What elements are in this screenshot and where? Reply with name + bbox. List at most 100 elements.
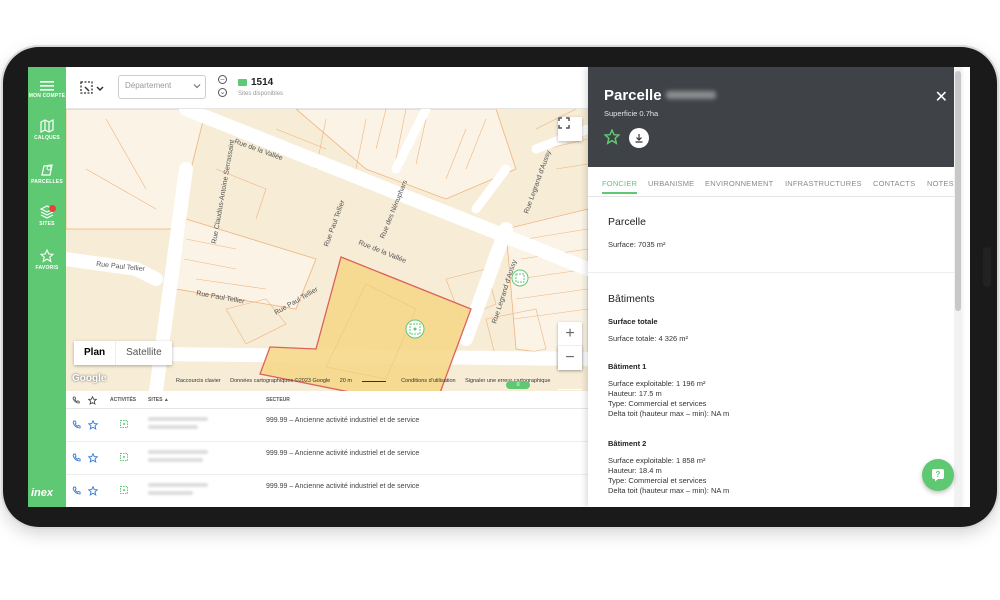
department-select[interactable]: Département <box>118 75 206 99</box>
zoom-sep <box>558 389 582 390</box>
building-1-type: Type: Commercial et services <box>608 399 707 408</box>
site-name-redacted <box>148 450 208 454</box>
tab-contacts[interactable]: CONTACTS <box>873 179 915 188</box>
map-type-satellite[interactable]: Satellite <box>115 341 172 365</box>
panel-scrollbar[interactable] <box>954 67 962 507</box>
building-1-height: Hauteur: 17.5 m <box>608 389 662 398</box>
panel-content: Parcelle Surface: 7035 m² Bâtiments Surf… <box>588 198 962 507</box>
parcel-id-redacted <box>666 91 716 99</box>
section-title-parcelle: Parcelle <box>608 216 646 228</box>
chevron-down-icon <box>193 84 201 89</box>
terms-link[interactable]: Conditions d'utilisation <box>401 378 456 384</box>
building-1-title: Bâtiment 1 <box>608 362 647 371</box>
table-drag-handle[interactable]: ≡ <box>506 381 530 389</box>
scrollbar-thumb[interactable] <box>955 71 961 311</box>
building-2-type: Type: Commercial et services <box>608 476 707 485</box>
header-sites[interactable]: SITES ▲ <box>148 397 169 403</box>
site-name-redacted <box>148 458 203 462</box>
star-icon <box>88 396 97 405</box>
sidebar-item-label: MON COMPTE <box>28 93 66 99</box>
fullscreen-button[interactable] <box>558 117 582 141</box>
phone-icon[interactable] <box>72 453 81 462</box>
zoom-out-button[interactable]: − <box>558 346 582 370</box>
building-2-height: Hauteur: 18.4 m <box>608 466 662 475</box>
site-marker-icon <box>405 319 425 339</box>
site-name-redacted <box>148 417 208 421</box>
building-2-delta: Delta toit (hauteur max – min): NA m <box>608 486 730 495</box>
folder-icon <box>238 79 247 86</box>
download-button[interactable] <box>629 128 649 148</box>
map-type-plan[interactable]: Plan <box>74 341 115 365</box>
tab-infrastructures[interactable]: INFRASTRUCTURES <box>785 179 862 188</box>
header-activities[interactable]: ACTIVITÉS <box>110 397 136 403</box>
count-toggle[interactable]: – ⌄ <box>218 75 228 101</box>
collapse-icon[interactable]: – <box>218 75 227 84</box>
table-row[interactable]: 999.99 – Ancienne activité industriel et… <box>66 409 588 442</box>
svg-text:?: ? <box>936 470 941 479</box>
table-row[interactable]: 999.99 – Ancienne activité industriel et… <box>66 475 588 507</box>
parcel-icon <box>41 164 53 176</box>
total-surface-label: Surface totale <box>608 317 658 326</box>
activity-icon <box>120 420 128 428</box>
map-attribution: Raccourcis clavier Données cartographiqu… <box>176 378 558 388</box>
sidebar-item-label: FAVORIS <box>35 265 59 271</box>
activity-icon <box>120 486 128 494</box>
expand-icon[interactable]: ⌄ <box>218 88 227 97</box>
map-data-text: Données cartographiques ©2023 Google <box>230 378 331 384</box>
scale-bar <box>361 381 386 382</box>
favorite-star-icon[interactable] <box>88 420 98 430</box>
panel-subtitle: Superficie 0.7ha <box>604 109 659 118</box>
favorite-star-icon[interactable] <box>88 486 98 496</box>
favorite-star-icon[interactable] <box>88 453 98 463</box>
fullscreen-icon <box>558 117 570 129</box>
department-select-value: Département <box>125 81 172 90</box>
total-surface-value: Surface totale: 4 326 m² <box>608 334 689 343</box>
keyboard-shortcuts-link[interactable]: Raccourcis clavier <box>176 378 221 384</box>
header-sector[interactable]: SECTEUR <box>266 397 290 403</box>
favorite-star-icon[interactable] <box>604 129 620 145</box>
panel-tabs: FONCIER URBANISME ENVIRONNEMENT INFRASTR… <box>588 167 962 197</box>
sector-cell: 999.99 – Ancienne activité industriel et… <box>266 417 420 424</box>
phone-icon[interactable] <box>72 420 81 429</box>
sidebar-item-account[interactable]: MON COMPTE <box>28 81 66 99</box>
sidebar-item-favorites[interactable]: FAVORIS <box>28 249 66 271</box>
parcel-surface: Surface: 7035 m² <box>608 240 666 249</box>
site-name-redacted <box>148 491 193 495</box>
sidebar-item-label: SITES <box>39 221 55 227</box>
close-button[interactable]: ✕ <box>935 87 948 107</box>
app-screen: MON COMPTE CALQUES PARCELLES SITES FAVOR… <box>28 67 970 507</box>
google-logo: Google <box>72 373 107 384</box>
map-view[interactable]: Rue de la Vallée Rue de la Vallée Rue Cl… <box>66 109 588 391</box>
site-name-redacted <box>148 425 198 429</box>
draw-selection-icon <box>80 81 104 94</box>
activity-icon <box>120 453 128 461</box>
table-row[interactable]: 999.99 – Ancienne activité industriel et… <box>66 442 588 475</box>
sidebar: MON COMPTE CALQUES PARCELLES SITES FAVOR… <box>28 67 66 507</box>
tab-environnement[interactable]: ENVIRONNEMENT <box>705 179 773 188</box>
building-2-surface: Surface exploitable: 1 858 m² <box>608 456 706 465</box>
camera <box>983 247 991 287</box>
site-count: 1514 <box>238 77 273 88</box>
tab-urbanisme[interactable]: URBANISME <box>648 179 694 188</box>
menu-icon <box>40 81 54 91</box>
top-toolbar: Département – ⌄ 1514 Sites disponibles <box>66 67 588 109</box>
table-header: ACTIVITÉS SITES ▲ SECTEUR <box>66 391 588 409</box>
sites-table: ACTIVITÉS SITES ▲ SECTEUR 999.99 – Ancie… <box>66 391 588 507</box>
tab-notes[interactable]: NOTES <box>927 179 954 188</box>
tab-foncier[interactable]: FONCIER <box>602 179 638 194</box>
help-button[interactable]: ? <box>922 459 954 491</box>
tablet-frame: MON COMPTE CALQUES PARCELLES SITES FAVOR… <box>3 47 997 527</box>
draw-tool-button[interactable] <box>80 79 106 97</box>
notification-badge <box>49 205 56 212</box>
star-icon <box>40 249 54 263</box>
panel-header: Parcelle Superficie 0.7ha ✕ <box>588 67 962 167</box>
phone-icon[interactable] <box>72 486 81 495</box>
zoom-in-button[interactable]: + <box>558 322 582 346</box>
divider <box>588 272 962 273</box>
sidebar-item-parcels[interactable]: PARCELLES <box>28 163 66 185</box>
app-logo: inex <box>31 487 54 499</box>
sidebar-item-layers[interactable]: CALQUES <box>28 119 66 141</box>
site-name-redacted <box>148 483 208 487</box>
sidebar-item-sites[interactable]: SITES <box>28 205 66 227</box>
section-title-batiments: Bâtiments <box>608 293 655 305</box>
